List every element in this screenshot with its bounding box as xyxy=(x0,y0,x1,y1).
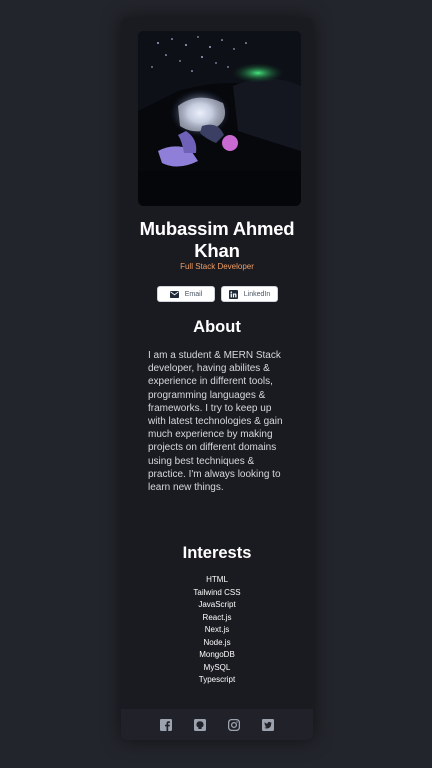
profile-photo xyxy=(138,31,301,206)
interest-item: MySQL xyxy=(203,662,231,672)
interest-item: Node.js xyxy=(203,637,231,647)
email-button[interactable]: Email xyxy=(157,286,215,302)
interest-item: Next.js xyxy=(204,625,230,634)
facebook-icon[interactable] xyxy=(160,718,172,731)
interest-item: Typescript xyxy=(198,675,236,684)
twitter-icon[interactable] xyxy=(262,718,274,731)
linkedin-button-label: LinkedIn xyxy=(243,290,271,298)
profile-role: Full Stack Developer xyxy=(180,262,254,271)
profile-card: Mubassim Ahmed Khan Full Stack Developer… xyxy=(121,18,313,740)
profile-name: Mubassim Ahmed Khan xyxy=(139,218,295,261)
instagram-icon[interactable] xyxy=(228,718,240,731)
interest-item: Tailwind CSS xyxy=(193,587,241,597)
github-icon[interactable] xyxy=(194,718,206,731)
linkedin-button[interactable]: LinkedIn xyxy=(221,286,278,302)
interests-heading: Interests xyxy=(182,544,252,562)
interest-item: JavaScript xyxy=(198,600,236,609)
email-button-label: Email xyxy=(184,290,203,298)
interest-item: React.js xyxy=(202,612,232,622)
linkedin-icon xyxy=(228,289,238,299)
social-footer xyxy=(121,709,313,740)
about-text: I am a student & MERN Stack developer, h… xyxy=(148,350,283,494)
about-heading: About xyxy=(193,318,241,336)
envelope-icon xyxy=(169,290,179,298)
interest-item: HTML xyxy=(206,575,228,584)
interest-item: MongoDB xyxy=(199,650,235,659)
interests-list: HTML Tailwind CSS JavaScript React.js Ne… xyxy=(121,574,313,687)
